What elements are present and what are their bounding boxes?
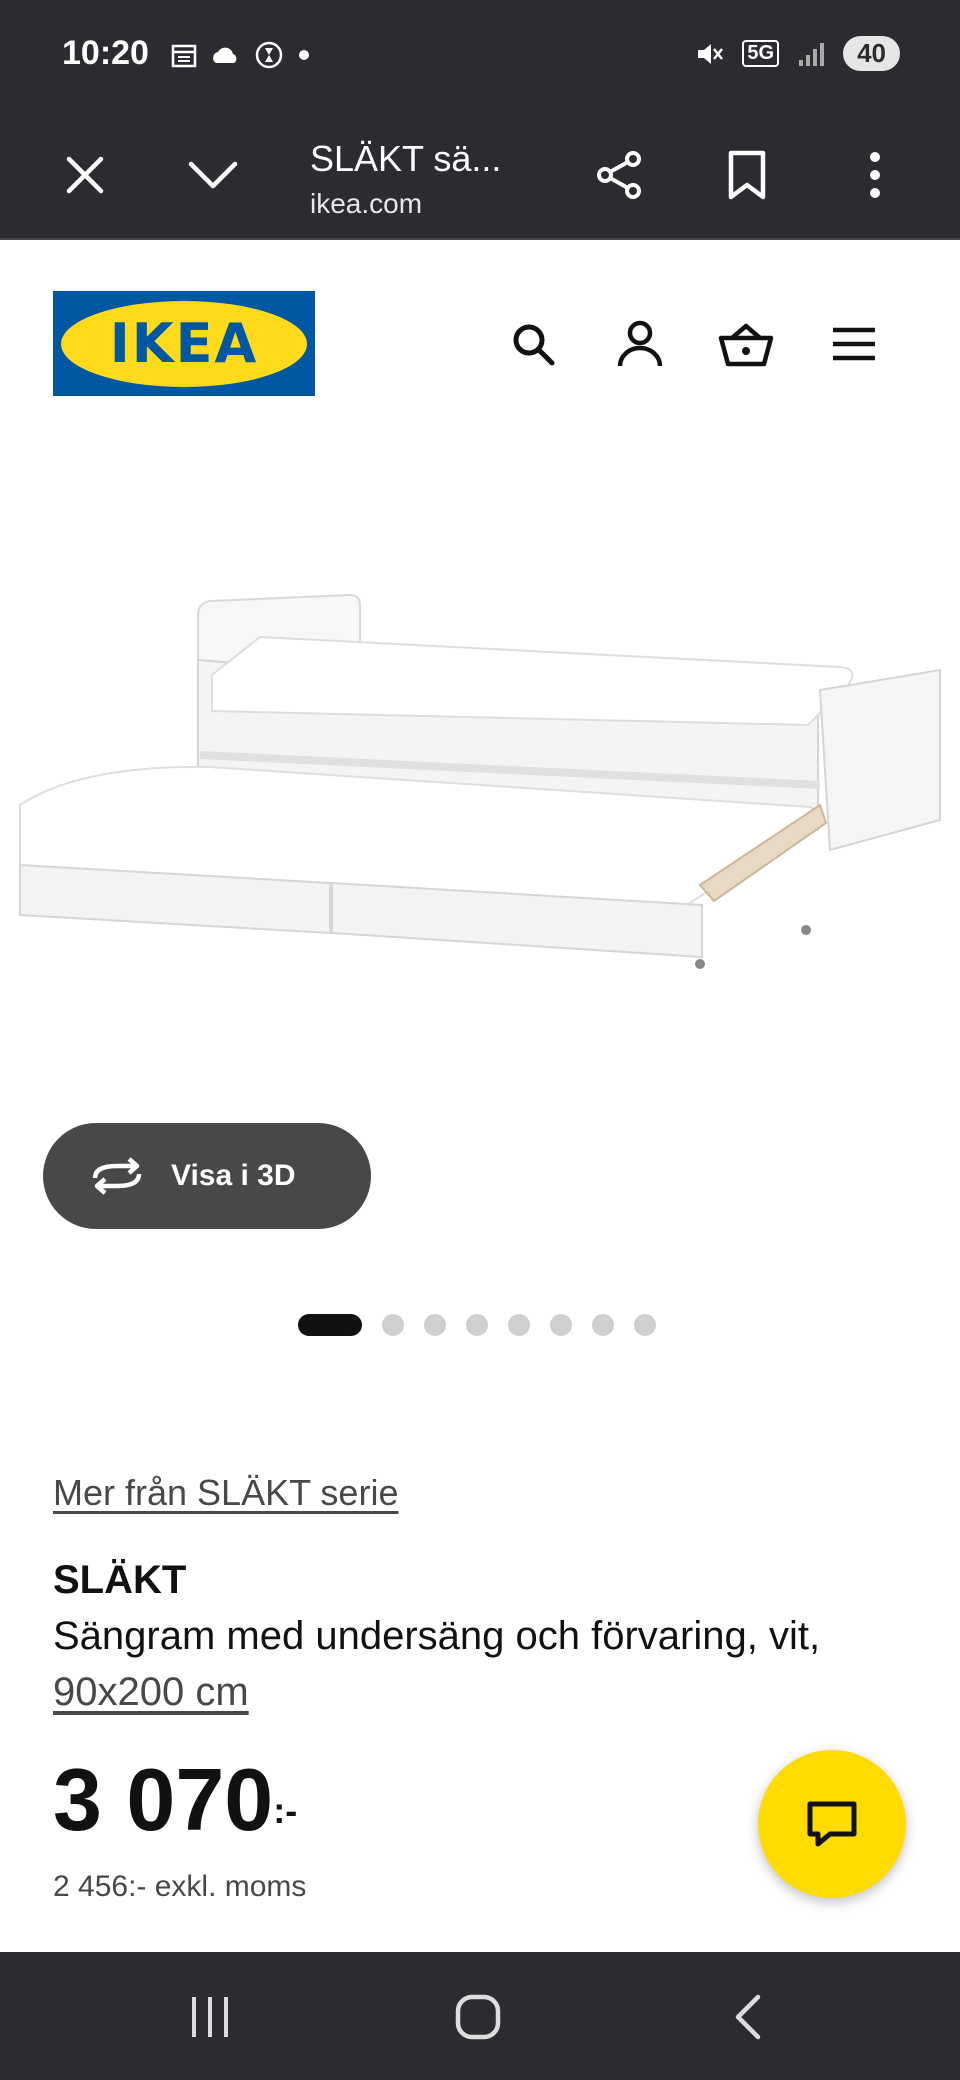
logo-text: IKEA bbox=[109, 312, 259, 375]
menu-icon[interactable] bbox=[824, 314, 884, 374]
mute-icon bbox=[698, 43, 724, 64]
search-icon[interactable] bbox=[503, 314, 563, 374]
navigation-bar bbox=[0, 1952, 960, 2080]
status-time: 10:20 bbox=[62, 34, 149, 72]
view-3d-label: Visa i 3D bbox=[171, 1159, 296, 1192]
price-main: 3 070 bbox=[53, 1750, 274, 1849]
signal-icon bbox=[799, 42, 825, 66]
share-icon[interactable] bbox=[584, 140, 654, 210]
size-link[interactable]: 90x200 cm bbox=[53, 1670, 249, 1714]
product-image[interactable] bbox=[0, 540, 960, 1040]
carousel-dot[interactable] bbox=[508, 1314, 530, 1336]
carousel-dot[interactable] bbox=[382, 1314, 404, 1336]
page-url[interactable]: ikea.com bbox=[310, 188, 422, 220]
bookmark-icon[interactable] bbox=[712, 140, 782, 210]
system-icons: 5G 40 bbox=[694, 36, 900, 71]
battery-icon: 40 bbox=[843, 36, 900, 71]
close-icon[interactable] bbox=[50, 140, 120, 210]
notification-icons bbox=[170, 40, 312, 70]
product-description: Sängram med undersäng och förvaring, vit… bbox=[53, 1608, 873, 1720]
carousel-dot[interactable] bbox=[634, 1314, 656, 1336]
page-title[interactable]: SLÄKT sä... bbox=[310, 138, 501, 180]
price-ex-vat: 2 456:- exkl. moms bbox=[53, 1870, 307, 1903]
dot-icon bbox=[299, 50, 309, 60]
ikea-logo[interactable]: IKEA bbox=[53, 291, 315, 396]
cloud-icon bbox=[213, 47, 237, 63]
chevron-down-icon[interactable] bbox=[178, 140, 248, 210]
price-suffix: :- bbox=[273, 1790, 298, 1831]
carousel-dot[interactable] bbox=[592, 1314, 614, 1336]
basket-icon[interactable] bbox=[716, 314, 776, 374]
product-description-text: Sängram med undersäng och förvaring, vit… bbox=[53, 1614, 821, 1658]
chat-button[interactable] bbox=[758, 1750, 906, 1898]
view-3d-button[interactable]: Visa i 3D bbox=[43, 1123, 371, 1229]
account-icon[interactable] bbox=[610, 314, 670, 374]
carousel-dot[interactable] bbox=[424, 1314, 446, 1336]
product-name: SLÄKT bbox=[53, 1558, 187, 1602]
carousel-dot[interactable] bbox=[550, 1314, 572, 1336]
home-icon[interactable] bbox=[438, 1982, 518, 2052]
carousel-dots bbox=[298, 1314, 656, 1336]
product-price: 3 070 :- bbox=[53, 1752, 297, 1848]
status-bar: 10:20 5G 40 bbox=[0, 0, 960, 110]
back-icon[interactable] bbox=[708, 1982, 788, 2052]
logo-oval: IKEA bbox=[61, 300, 307, 387]
recent-apps-icon[interactable] bbox=[170, 1982, 250, 2052]
timer-icon bbox=[255, 41, 283, 69]
network-5g-icon: 5G bbox=[742, 40, 780, 67]
carousel-dot-active[interactable] bbox=[298, 1314, 362, 1336]
more-icon[interactable] bbox=[840, 140, 910, 210]
carousel-dot[interactable] bbox=[466, 1314, 488, 1336]
chat-icon bbox=[807, 1801, 857, 1847]
rotate-3d-icon bbox=[92, 1157, 142, 1195]
browser-toolbar: SLÄKT sä... ikea.com bbox=[0, 110, 960, 240]
calendar-icon bbox=[171, 44, 197, 68]
series-link[interactable]: Mer från SLÄKT serie bbox=[53, 1472, 398, 1514]
